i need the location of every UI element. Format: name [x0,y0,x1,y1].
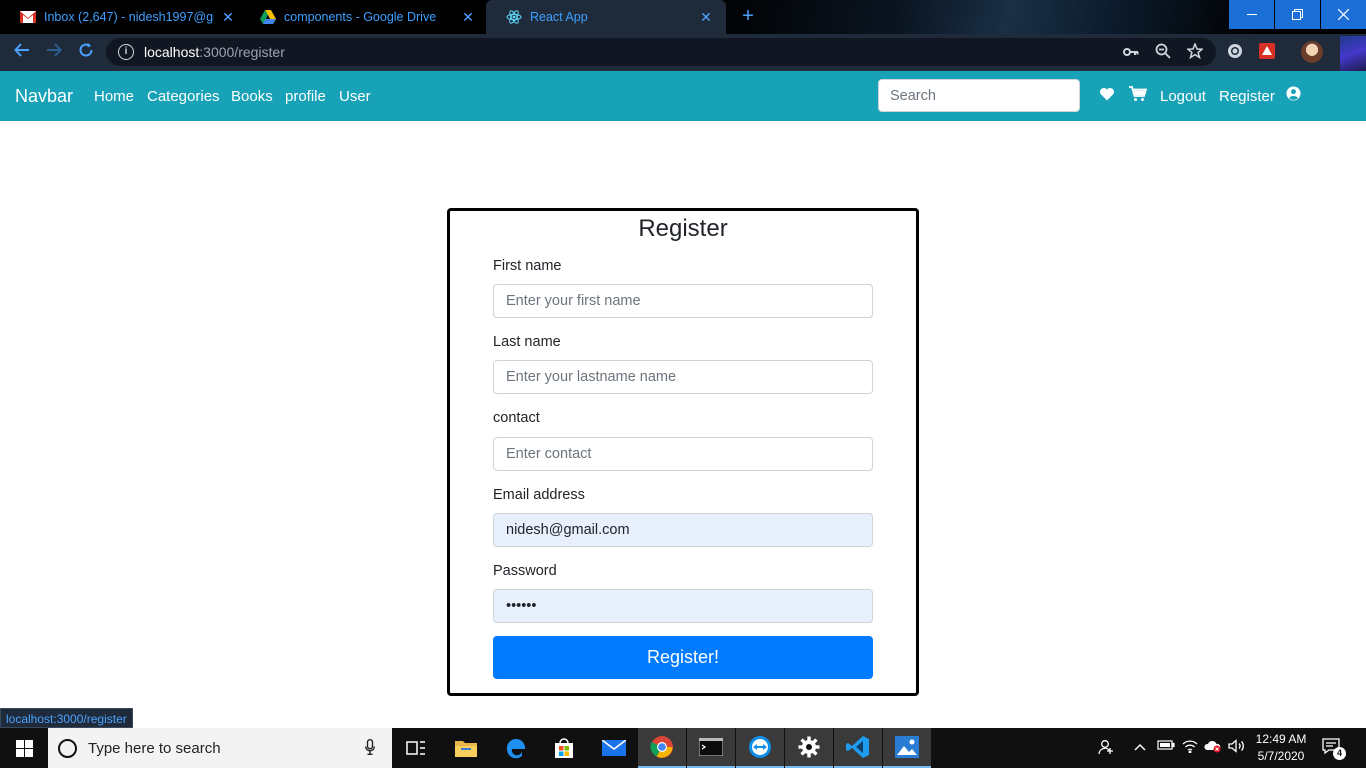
navbar-brand[interactable]: Navbar [15,86,73,107]
tab-google-drive[interactable]: components - Google Drive ✕ [240,0,488,34]
system-clock[interactable]: 12:49 AM 5/7/2020 [1252,731,1310,765]
email-label: Email address [493,487,585,503]
action-center-button[interactable]: 4 [1322,738,1346,760]
file-explorer-icon[interactable] [442,728,490,768]
restore-button[interactable] [1275,0,1320,29]
form-title: Register [638,215,728,242]
edge-browser-icon[interactable] [492,728,540,768]
password-field[interactable] [493,589,873,623]
nav-link-user[interactable]: User [339,88,371,105]
new-tab-button[interactable]: + [738,6,758,26]
last-name-label: Last name [493,334,561,350]
navbar-search-input[interactable] [878,79,1080,112]
nav-link-home[interactable]: Home [94,88,134,105]
close-tab-icon[interactable]: ✕ [698,9,714,26]
nav-link-books[interactable]: Books [231,88,273,105]
minimize-button[interactable] [1229,0,1274,29]
tab-title: Inbox (2,647) - nidesh1997@gma [44,10,214,24]
taskbar-search-box[interactable]: Type here to search [48,728,392,768]
heart-icon[interactable] [1099,86,1117,104]
mail-icon[interactable] [590,728,638,768]
browser-toolbar: i localhost:3000/register [0,34,1366,71]
menu-area[interactable] [1340,36,1366,71]
clock-time: 12:49 AM [1255,732,1307,746]
tab-react-app[interactable]: React App ✕ [486,0,726,34]
extension-icon[interactable] [1258,43,1276,61]
password-label: Password [493,563,557,579]
start-button[interactable] [0,728,48,768]
wifi-icon[interactable] [1182,739,1198,756]
windows-taskbar: Type here to search 12:49 AM 5/7/2020 4 [0,728,1366,768]
cortana-icon [58,738,77,758]
first-name-label: First name [493,258,562,274]
nav-link-categories[interactable]: Categories [147,88,220,105]
onedrive-error-icon[interactable] [1204,739,1222,756]
site-info-icon[interactable]: i [118,44,134,60]
chevron-up-icon[interactable] [1134,739,1146,754]
store-icon[interactable] [540,728,588,768]
tab-strip-background [700,0,1260,34]
user-circle-icon[interactable] [1286,86,1304,104]
settings-gear-icon[interactable] [785,728,833,768]
clock-date: 5/7/2020 [1257,749,1305,763]
app-navbar: Navbar Home Categories Books profile Use… [0,71,1366,121]
key-icon[interactable] [1122,43,1140,61]
microphone-icon[interactable] [358,738,382,758]
forward-arrow-icon[interactable] [43,41,65,63]
profile-avatar[interactable] [1301,41,1323,63]
contact-label: contact [493,410,540,426]
back-arrow-icon[interactable] [11,41,33,63]
react-icon [506,9,522,25]
logout-link[interactable]: Logout [1160,88,1206,105]
register-submit-button[interactable]: Register! [493,636,873,679]
email-field[interactable] [493,513,873,547]
google-drive-icon [260,9,276,25]
nav-link-profile[interactable]: profile [285,88,326,105]
register-link[interactable]: Register [1219,88,1275,105]
tab-title: components - Google Drive [284,10,437,24]
contact-field[interactable] [493,437,873,471]
gmail-icon [20,9,36,25]
link-status-bubble: localhost:3000/register [0,708,133,728]
bookmark-star-icon[interactable] [1185,41,1205,61]
address-bar[interactable]: i localhost:3000/register [106,38,1216,66]
vscode-icon[interactable] [834,728,882,768]
close-tab-icon[interactable]: ✕ [460,9,476,26]
reload-icon[interactable] [75,41,97,63]
extension-record-icon[interactable] [1226,43,1244,61]
battery-icon[interactable] [1157,739,1175,754]
browser-tab-strip: Inbox (2,647) - nidesh1997@gma ✕ compone… [0,0,1366,34]
chrome-taskbar-icon[interactable] [638,728,686,768]
first-name-field[interactable] [493,284,873,318]
zoom-icon[interactable] [1154,43,1172,61]
last-name-field[interactable] [493,360,873,394]
url-host: localhost [144,44,200,60]
photos-icon[interactable] [883,728,931,768]
close-window-button[interactable] [1321,0,1366,29]
close-tab-icon[interactable]: ✕ [220,9,236,26]
register-card: Register First name Last name contact Em… [447,208,919,696]
terminal-icon[interactable] [687,728,735,768]
notification-count-badge: 4 [1333,747,1346,760]
teamviewer-icon[interactable] [736,728,784,768]
tab-gmail[interactable]: Inbox (2,647) - nidesh1997@gma ✕ [0,0,248,34]
cart-icon[interactable] [1129,86,1148,104]
people-icon[interactable] [1098,739,1114,758]
tab-title: React App [530,10,588,24]
windows-logo-icon [15,739,33,757]
url-path: :3000/register [199,44,285,60]
taskbar-search-placeholder: Type here to search [88,739,221,757]
task-view-icon[interactable] [392,728,440,768]
volume-icon[interactable] [1228,739,1246,756]
